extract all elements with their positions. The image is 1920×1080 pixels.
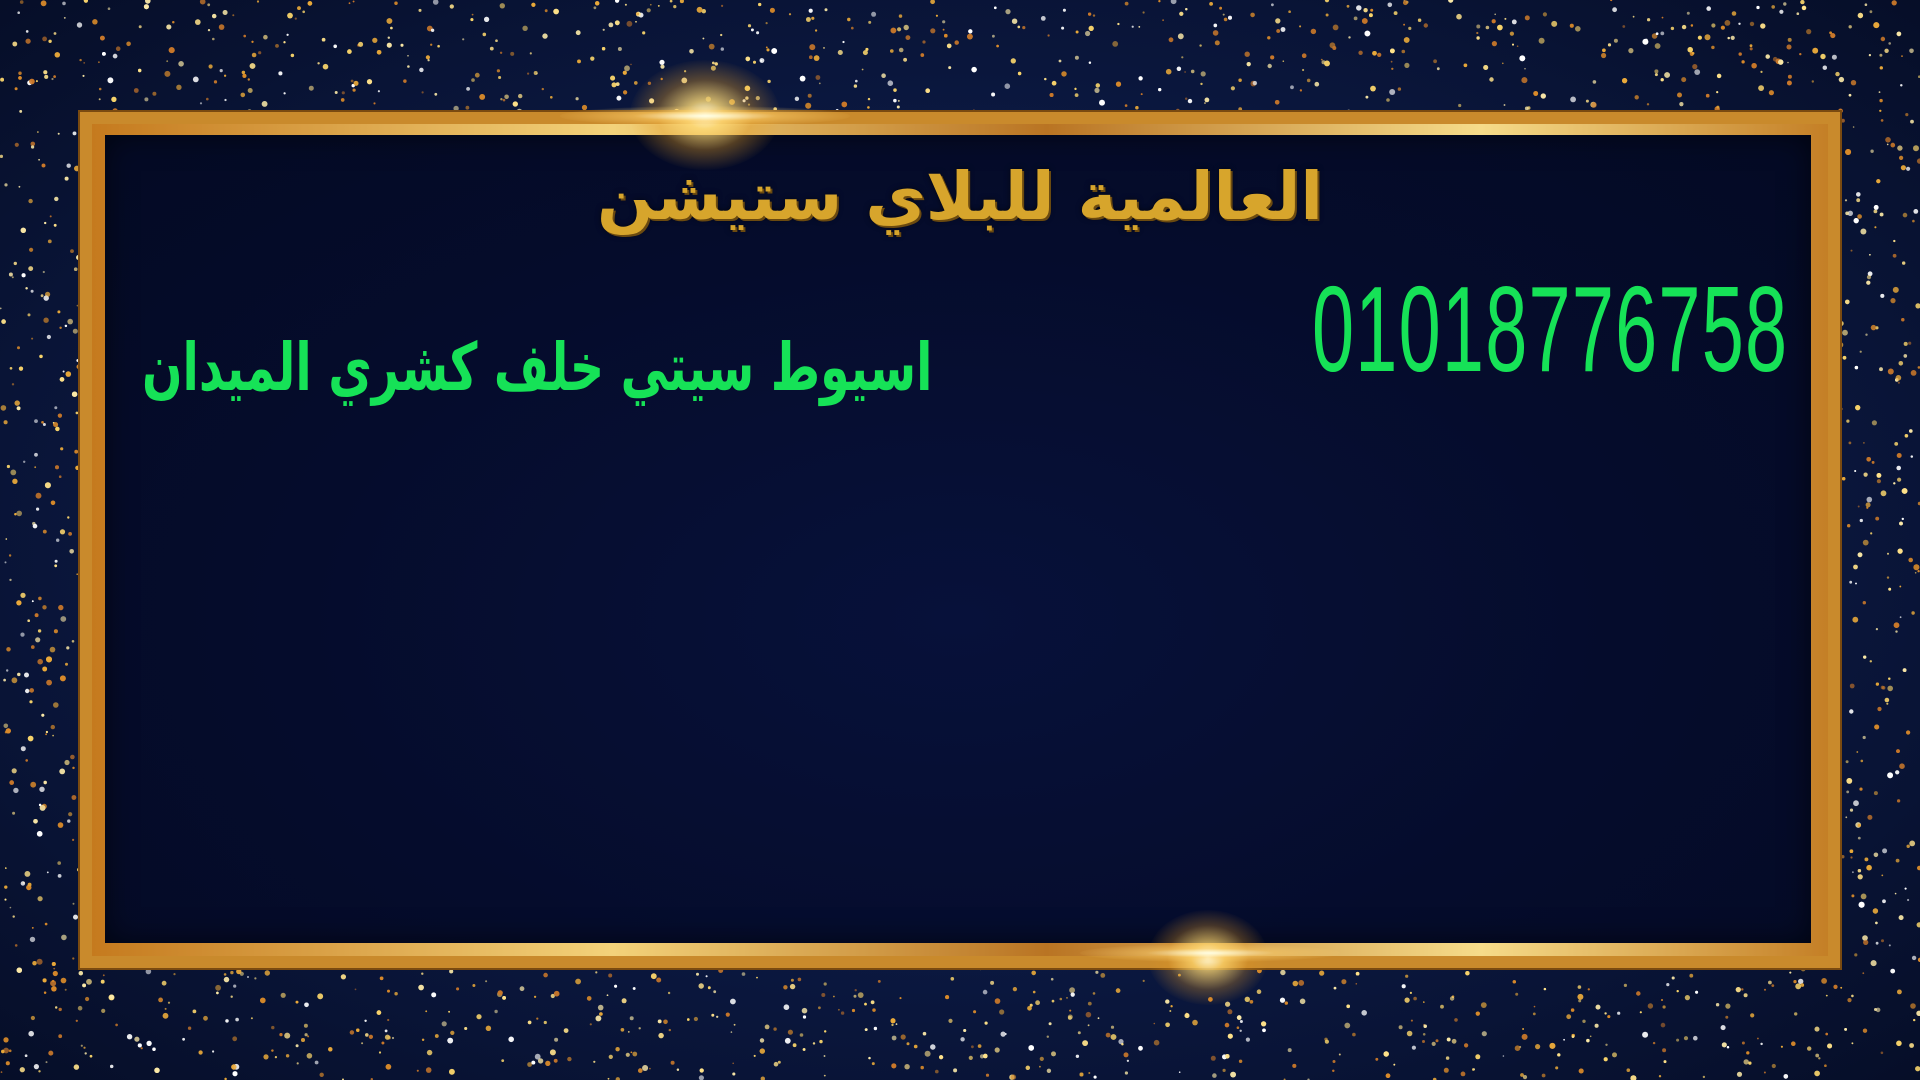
address-text: اسيوط سيتي خلف كشري الميدان <box>142 329 933 406</box>
business-name-title: العالمية للبلاي ستيشن <box>597 158 1323 235</box>
dark-panel <box>105 135 1811 943</box>
background: العالمية للبلاي ستيشن 01018776758 اسيوط … <box>0 0 1920 1080</box>
phone-number: 01018776758 <box>1311 261 1788 397</box>
